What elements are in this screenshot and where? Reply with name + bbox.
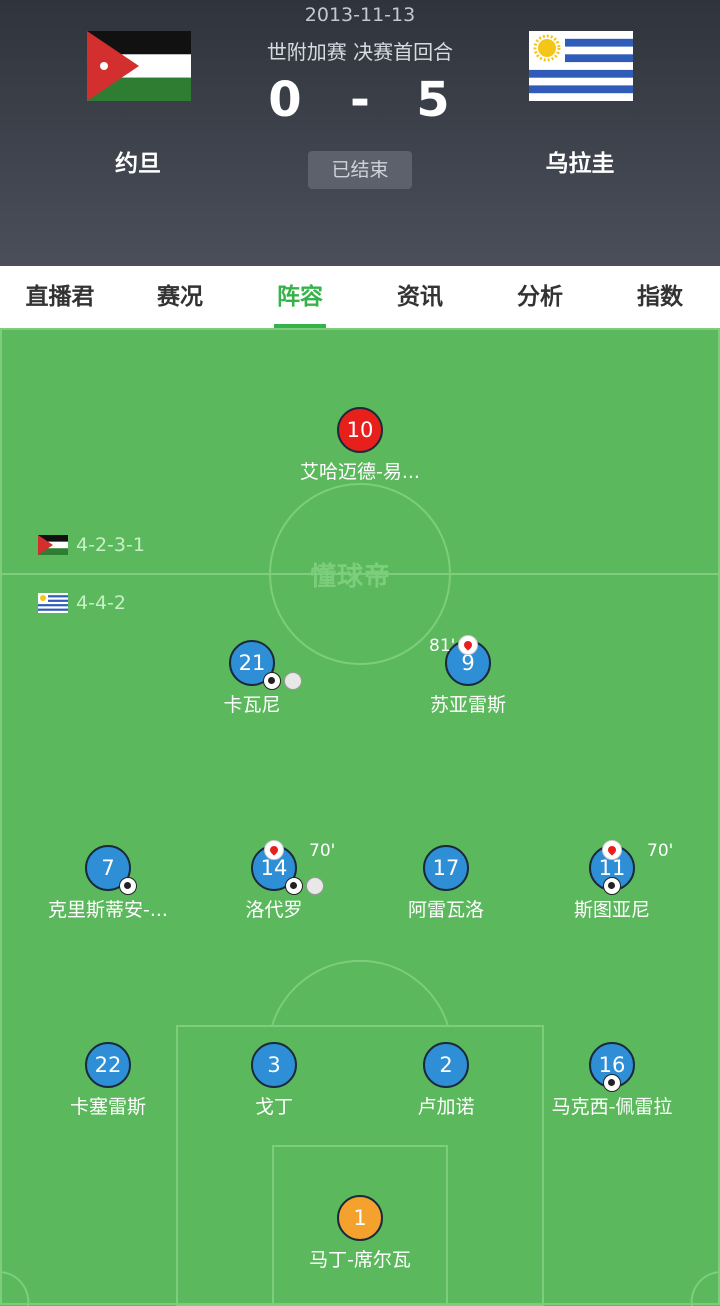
player-number: 10 (337, 407, 383, 453)
match-header: 2013-11-13 世附加赛 决赛首回合 0 - 5 约旦 乌拉圭 已结束 (0, 0, 720, 266)
sub-minute: 81' (429, 636, 456, 656)
player-card[interactable]: 10 艾哈迈德-易... (285, 407, 435, 484)
away-formation: 4-4-2 (38, 592, 126, 614)
tab-match-events[interactable]: 赛况 (120, 266, 240, 328)
goal-ball-icon (119, 877, 137, 895)
player-card[interactable]: 9 81' 苏亚雷斯 (393, 635, 543, 717)
player-number-text: 7 (101, 856, 115, 880)
sub-minute: 70' (647, 841, 674, 861)
tab-news[interactable]: 资讯 (360, 266, 480, 328)
player-number: 7 (85, 845, 137, 895)
away-formation-label: 4-4-2 (76, 592, 126, 614)
player-card[interactable]: 3 戈丁 (199, 1042, 349, 1119)
player-number: 16 (589, 1042, 635, 1092)
player-number: 2 (423, 1042, 469, 1088)
player-name: 卢加诺 (417, 1096, 475, 1118)
player-number: 14 (251, 840, 324, 895)
substitution-off-icon (264, 840, 284, 860)
player-name: 苏亚雷斯 (429, 694, 506, 716)
player-name: 艾哈迈德-易... (300, 461, 420, 483)
score-separator: - (350, 72, 370, 128)
player-card[interactable]: 2 卢加诺 (371, 1042, 521, 1119)
player-name: 斯图亚尼 (573, 899, 650, 921)
player-number: 1 (337, 1195, 383, 1241)
match-date: 2013-11-13 (304, 4, 416, 26)
substitution-off-icon (602, 840, 622, 860)
player-card[interactable]: 21 卡瓦尼 (177, 640, 327, 717)
player-name: 戈丁 (254, 1096, 293, 1118)
assist-boot-icon (306, 877, 324, 895)
substitution-off-icon (458, 635, 478, 655)
player-card[interactable]: 17 阿雷瓦洛 (371, 845, 521, 922)
player-number: 3 (251, 1042, 297, 1088)
status-badge: 已结束 (308, 151, 412, 189)
tab-odds[interactable]: 指数 (600, 266, 720, 328)
player-name: 克里斯蒂安-... (48, 899, 168, 921)
player-name: 马克西-佩雷拉 (551, 1096, 673, 1118)
tab-bar: 直播君 赛况 阵容 资讯 分析 指数 (0, 266, 720, 328)
goal-ball-icon (603, 1074, 621, 1092)
player-card[interactable]: 7 克里斯蒂安-... (33, 845, 183, 922)
player-name: 卡瓦尼 (223, 694, 281, 716)
player-name: 卡塞雷斯 (69, 1096, 146, 1118)
tab-live[interactable]: 直播君 (0, 266, 120, 328)
player-name: 阿雷瓦洛 (407, 899, 484, 921)
home-formation: 4-2-3-1 (38, 534, 145, 556)
player-card[interactable]: 11 70' 斯图亚尼 (537, 840, 687, 922)
player-number-text: 21 (238, 651, 266, 675)
uruguay-flag-icon (38, 593, 68, 613)
sub-minute: 70' (309, 841, 336, 861)
home-score: 0 (268, 72, 302, 128)
uruguay-flag-icon (529, 31, 633, 101)
player-number: 22 (85, 1042, 131, 1088)
goal-ball-icon (263, 672, 281, 690)
home-formation-label: 4-2-3-1 (76, 534, 145, 556)
tab-lineup[interactable]: 阵容 (240, 266, 360, 328)
watermark: 懂球帝 (310, 562, 392, 592)
player-number: 11 (589, 840, 635, 895)
pitch: 懂球帝 4-2-3-1 4-4-2 10 艾哈迈德-易... 21 卡瓦尼 9 (0, 328, 720, 1306)
player-name: 洛代罗 (245, 899, 303, 921)
away-team-name[interactable]: 乌拉圭 (510, 144, 650, 178)
player-number: 21 (229, 640, 302, 690)
jordan-flag-icon (87, 31, 191, 101)
player-number: 17 (423, 845, 469, 891)
assist-boot-icon (284, 672, 302, 690)
goal-ball-icon (603, 877, 621, 895)
player-card[interactable]: 22 卡塞雷斯 (33, 1042, 183, 1119)
home-team-name[interactable]: 约旦 (68, 144, 208, 178)
away-score: 5 (416, 72, 450, 128)
player-card[interactable]: 1 马丁-席尔瓦 (285, 1195, 435, 1272)
tab-analysis[interactable]: 分析 (480, 266, 600, 328)
jordan-flag-icon (38, 535, 68, 555)
player-card[interactable]: 16 马克西-佩雷拉 (537, 1042, 687, 1119)
goal-ball-icon (285, 877, 303, 895)
player-name: 马丁-席尔瓦 (309, 1249, 411, 1271)
player-card[interactable]: 14 70' 洛代罗 (199, 840, 349, 922)
